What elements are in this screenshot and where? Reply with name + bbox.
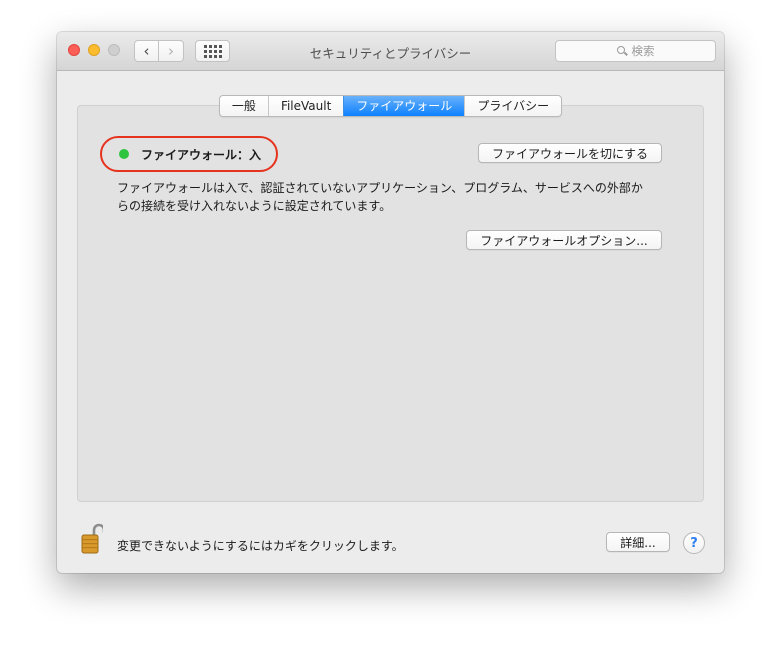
description-line-2: らの接続を受け入れないように設定されています。 xyxy=(117,199,392,213)
search-placeholder: 検索 xyxy=(631,44,655,58)
search-field[interactable]: 検索 xyxy=(555,40,716,62)
tab-firewall[interactable]: ファイアウォール xyxy=(343,96,465,116)
tab-privacy[interactable]: プライバシー xyxy=(464,96,561,116)
firewall-options-button[interactable]: ファイアウォールオプション... xyxy=(466,230,662,250)
preferences-window: ‹ › セキュリティとプライバシー 検索 一般 FileVault ファイアウォ… xyxy=(57,32,724,573)
lock-icon[interactable] xyxy=(81,522,106,554)
search-icon xyxy=(616,45,628,57)
turn-off-firewall-button[interactable]: ファイアウォールを切にする xyxy=(478,143,662,163)
tab-filevault[interactable]: FileVault xyxy=(267,96,343,116)
tab-group: 一般 FileVault ファイアウォール プライバシー xyxy=(57,95,724,117)
status-indicator-icon xyxy=(119,149,129,159)
firewall-description: ファイアウォールは入で、認証されていないアプリケーション、プログラム、サービスへ… xyxy=(117,179,669,215)
firewall-status-label: ファイアウォール：入 xyxy=(141,147,262,162)
title-bar: ‹ › セキュリティとプライバシー 検索 xyxy=(57,32,724,71)
description-line-1: ファイアウォールは入で、認証されていないアプリケーション、プログラム、サービスへ… xyxy=(117,181,643,195)
help-button[interactable]: ? xyxy=(683,532,705,554)
lock-hint-text: 変更できないようにするにはカギをクリックします。 xyxy=(117,539,404,553)
tab-general[interactable]: 一般 xyxy=(220,96,268,116)
firewall-status: ファイアウォール：入 xyxy=(100,136,278,172)
details-button[interactable]: 詳細... xyxy=(606,532,670,552)
